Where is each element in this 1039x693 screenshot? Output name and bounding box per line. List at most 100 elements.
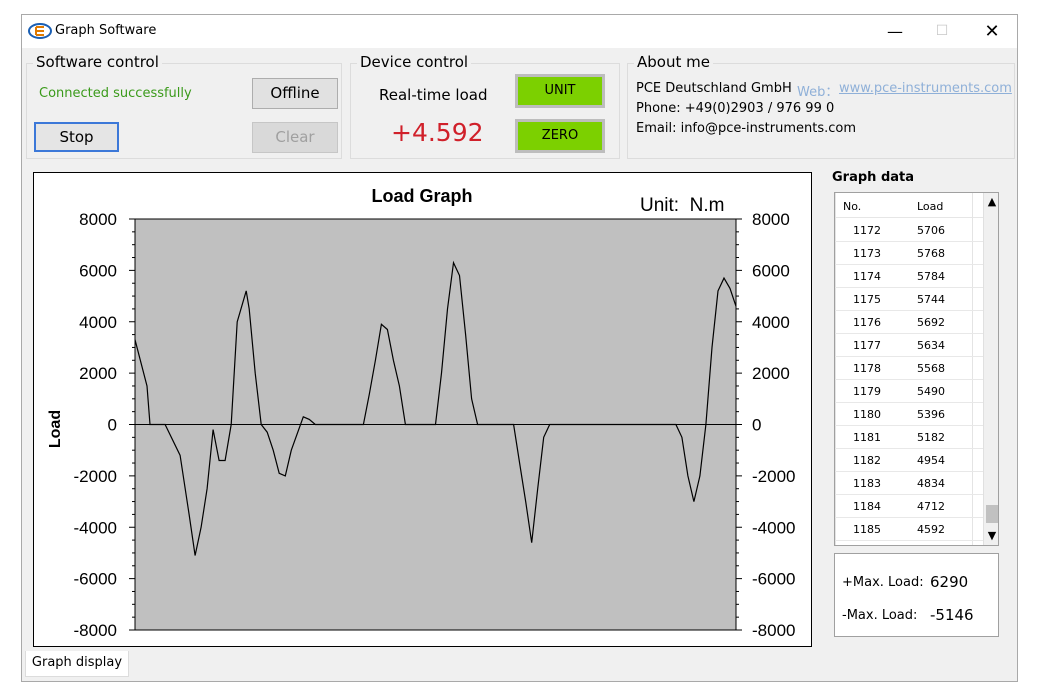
y-tick-label-right: 0 xyxy=(752,416,761,435)
y-tick-label-right: -4000 xyxy=(752,518,795,537)
graph-data-table[interactable]: No. Load 1172 5706 1173 5768 1174 5784 1175 574… xyxy=(834,192,999,546)
cell-no: 1172 xyxy=(853,224,881,237)
table-row[interactable]: 1178 5568 xyxy=(835,357,983,380)
cell-no: 1177 xyxy=(853,339,881,352)
y-tick-label-left: 8000 xyxy=(79,210,117,229)
table-row[interactable]: 1182 4954 xyxy=(835,449,983,472)
cell-no: 1183 xyxy=(853,477,881,490)
max-load-box: +Max. Load: 6290 -Max. Load: -5146 xyxy=(834,553,999,637)
load-chart: Load Graph Unit: N.m Load 8000 8000 6000 60… xyxy=(47,186,795,640)
table-row[interactable]: 1180 5396 xyxy=(835,403,983,426)
y-tick-label-left: -6000 xyxy=(74,570,117,589)
table-row[interactable]: 1184 4712 xyxy=(835,495,983,518)
cell-load: 4592 xyxy=(917,523,945,536)
table-row[interactable]: 1172 5706 xyxy=(835,219,983,242)
maximize-button[interactable]: ☐ xyxy=(919,15,965,48)
cell-load: 5490 xyxy=(917,385,945,398)
table-row[interactable]: 1181 5182 xyxy=(835,426,983,449)
chart-unit: Unit: N.m xyxy=(640,195,724,216)
table-row[interactable]: 1177 5634 xyxy=(835,334,983,357)
y-tick-label-right: -6000 xyxy=(752,570,795,589)
cell-load: 4834 xyxy=(917,477,945,490)
connection-status: Connected successfully xyxy=(39,86,192,101)
y-tick-label-left: -8000 xyxy=(74,621,117,640)
y-tick-label-left: 2000 xyxy=(79,364,117,383)
scroll-down-icon[interactable]: ▼ xyxy=(984,527,998,545)
y-tick-label-right: 6000 xyxy=(752,261,790,280)
clear-button[interactable]: Clear xyxy=(252,122,338,153)
table-header: No. Load xyxy=(835,193,983,218)
cell-load: 5768 xyxy=(917,247,945,260)
cell-no: 1174 xyxy=(853,270,881,283)
cell-no: 1173 xyxy=(853,247,881,260)
phone-text: Phone: +49(0)2903 / 976 99 0 xyxy=(636,101,835,116)
cell-no: 1181 xyxy=(853,431,881,444)
company-name: PCE Deutschland GmbH xyxy=(636,81,792,96)
cell-no: 1178 xyxy=(853,362,881,375)
scroll-up-icon[interactable]: ▲ xyxy=(984,193,998,211)
software-control-title: Software control xyxy=(33,53,162,71)
table-row[interactable]: 1185 4592 xyxy=(835,518,983,541)
y-tick-label-left: 6000 xyxy=(79,261,117,280)
cell-no: 1182 xyxy=(853,454,881,467)
realtime-load-value: +4.592 xyxy=(391,118,484,147)
y-tick-label-left: -4000 xyxy=(74,518,117,537)
chart-title: Load Graph xyxy=(371,186,472,206)
max-negative-value: -5146 xyxy=(930,606,974,624)
cell-load: 5634 xyxy=(917,339,945,352)
y-tick-label-right: -2000 xyxy=(752,467,795,486)
table-row[interactable]: 1174 5784 xyxy=(835,265,983,288)
y-tick-label-right: 4000 xyxy=(752,313,790,332)
table-row[interactable]: 1183 4834 xyxy=(835,472,983,495)
about-group: About me PCE Deutschland GmbH Web： www.p… xyxy=(627,53,1015,159)
minimize-button[interactable]: — xyxy=(872,15,918,48)
table-row[interactable]: 1176 5692 xyxy=(835,311,983,334)
app-window: Graph Software — ☐ ✕ Software control Co… xyxy=(21,14,1018,682)
column-header-load: Load xyxy=(917,200,944,213)
zero-button[interactable]: ZERO xyxy=(515,119,605,153)
software-control-group: Software control Connected successfully … xyxy=(26,53,342,159)
cell-no: 1179 xyxy=(853,385,881,398)
cell-load: 5784 xyxy=(917,270,945,283)
tab-graph-display[interactable]: Graph display xyxy=(25,651,129,677)
max-positive-label: +Max. Load: xyxy=(842,575,924,590)
cell-load: 5692 xyxy=(917,316,945,329)
cell-load: 4954 xyxy=(917,454,945,467)
device-control-title: Device control xyxy=(357,53,472,71)
y-tick-label-left: 4000 xyxy=(79,313,117,332)
cell-load: 4712 xyxy=(917,500,945,513)
web-label: Web： xyxy=(797,85,839,100)
table-row[interactable]: 1175 5744 xyxy=(835,288,983,311)
unit-button[interactable]: UNIT xyxy=(515,74,605,108)
cell-no: 1185 xyxy=(853,523,881,536)
cell-no: 1180 xyxy=(853,408,881,421)
stop-button[interactable]: Stop xyxy=(34,122,119,152)
cell-load: 5744 xyxy=(917,293,945,306)
vertical-scrollbar[interactable]: ▲ ▼ xyxy=(983,193,998,545)
y-tick-label-right: 8000 xyxy=(752,210,790,229)
app-logo-icon xyxy=(28,23,52,39)
cell-no: 1175 xyxy=(853,293,881,306)
cell-load: 5182 xyxy=(917,431,945,444)
scroll-thumb[interactable] xyxy=(986,505,998,523)
y-axis-label: Load xyxy=(47,410,64,448)
close-button[interactable]: ✕ xyxy=(969,15,1015,48)
window-title: Graph Software xyxy=(55,23,157,38)
title-bar: Graph Software — ☐ ✕ xyxy=(22,15,1017,48)
graph-data-title: Graph data xyxy=(832,170,915,185)
y-tick-label-left: 0 xyxy=(108,416,117,435)
table-row[interactable]: 1179 5490 xyxy=(835,380,983,403)
y-tick-label-right: -8000 xyxy=(752,621,795,640)
offline-button[interactable]: Offline xyxy=(252,78,338,109)
max-positive-value: 6290 xyxy=(930,573,969,591)
y-tick-label-right: 2000 xyxy=(752,364,790,383)
cell-no: 1184 xyxy=(853,500,881,513)
column-header-no: No. xyxy=(843,200,862,213)
cell-load: 5706 xyxy=(917,224,945,237)
realtime-load-label: Real-time load xyxy=(379,86,488,104)
web-link[interactable]: www.pce-instruments.com xyxy=(839,81,1012,96)
cell-load: 5396 xyxy=(917,408,945,421)
cell-no: 1176 xyxy=(853,316,881,329)
table-row[interactable]: 1173 5768 xyxy=(835,242,983,265)
cell-load: 5568 xyxy=(917,362,945,375)
